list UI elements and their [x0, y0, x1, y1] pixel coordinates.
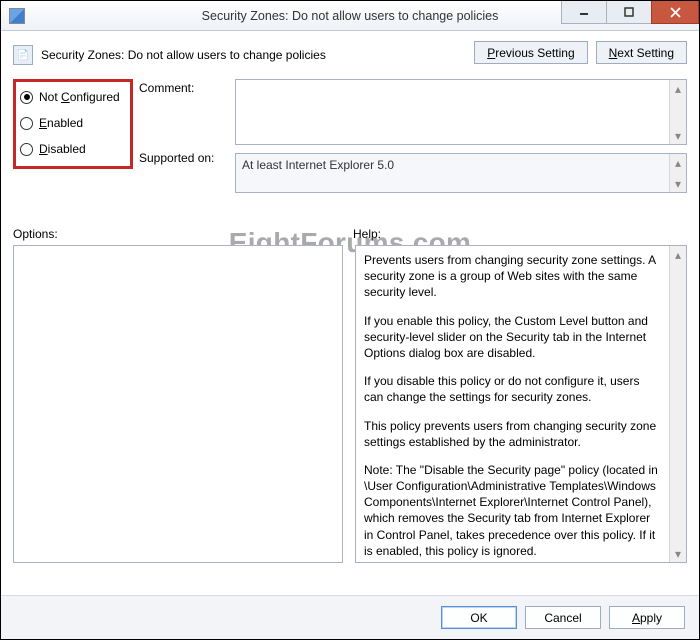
apply-button[interactable]: Apply	[609, 606, 685, 629]
radio-enabled[interactable]: Enabled	[20, 110, 126, 136]
scroll-down-icon: ▾	[670, 545, 686, 562]
scroll-up-icon: ▴	[670, 246, 686, 263]
minimize-icon	[579, 7, 589, 17]
policy-heading: 📄 Security Zones: Do not allow users to …	[13, 41, 474, 65]
header-row: 📄 Security Zones: Do not allow users to …	[13, 41, 687, 65]
scrollbar[interactable]: ▴ ▾	[669, 246, 686, 562]
scroll-down-icon: ▾	[670, 127, 686, 144]
maximize-button[interactable]	[606, 1, 652, 24]
comment-textarea[interactable]: ▴ ▾	[235, 79, 687, 145]
scroll-down-icon: ▾	[670, 175, 686, 192]
app-icon	[9, 8, 25, 24]
supported-label: Supported on:	[139, 151, 229, 179]
policy-icon: 📄	[13, 45, 33, 65]
maximize-icon	[624, 7, 634, 17]
field-labels: Comment: Supported on:	[139, 79, 229, 193]
help-paragraph: If you disable this policy or do not con…	[364, 373, 661, 405]
scrollbar: ▴ ▾	[669, 154, 686, 192]
state-radio-group: Not Configured Enabled Disabled	[13, 79, 133, 169]
help-label: Help:	[353, 227, 381, 241]
options-label: Options:	[13, 227, 353, 241]
previous-setting-button[interactable]: Previous Setting	[474, 41, 587, 64]
radio-disabled[interactable]: Disabled	[20, 136, 126, 162]
title-bar: Security Zones: Do not allow users to ch…	[1, 1, 699, 31]
comment-label: Comment:	[139, 81, 229, 151]
scrollbar[interactable]: ▴ ▾	[669, 80, 686, 144]
help-paragraph: Prevents users from changing security zo…	[364, 252, 661, 301]
radio-not-configured[interactable]: Not Configured	[20, 84, 126, 110]
help-paragraph: This policy prevents users from changing…	[364, 418, 661, 450]
scroll-up-icon: ▴	[670, 154, 686, 171]
help-pane[interactable]: Prevents users from changing security zo…	[355, 245, 687, 563]
radio-icon	[20, 117, 33, 130]
radio-icon	[20, 91, 33, 104]
cancel-button[interactable]: Cancel	[525, 606, 601, 629]
options-pane[interactable]	[13, 245, 343, 563]
panes: Prevents users from changing security zo…	[13, 245, 687, 563]
nav-buttons: Previous Setting Next Setting	[474, 41, 687, 64]
window-buttons	[562, 1, 699, 24]
minimize-button[interactable]	[561, 1, 607, 24]
radio-icon	[20, 143, 33, 156]
help-paragraph: If you enable this policy, the Custom Le…	[364, 313, 661, 362]
supported-value: At least Internet Explorer 5.0	[242, 158, 394, 172]
field-column: ▴ ▾ At least Internet Explorer 5.0 ▴ ▾	[235, 79, 687, 193]
help-content: Prevents users from changing security zo…	[356, 246, 669, 562]
next-setting-button[interactable]: Next Setting	[596, 41, 687, 64]
section-labels: Options: Help:	[13, 227, 687, 241]
close-icon	[670, 7, 681, 18]
policy-title: Security Zones: Do not allow users to ch…	[41, 48, 326, 62]
config-grid: Not Configured Enabled Disabled Comment:…	[13, 79, 687, 193]
supported-on-box: At least Internet Explorer 5.0 ▴ ▾	[235, 153, 687, 193]
dialog-footer: OK Cancel Apply	[1, 595, 699, 639]
content-area: 📄 Security Zones: Do not allow users to …	[1, 31, 699, 563]
help-paragraph: Note: The "Disable the Security page" po…	[364, 462, 661, 559]
scroll-up-icon: ▴	[670, 80, 686, 97]
options-content	[14, 246, 325, 562]
close-button[interactable]	[651, 1, 699, 24]
ok-button[interactable]: OK	[441, 606, 517, 629]
